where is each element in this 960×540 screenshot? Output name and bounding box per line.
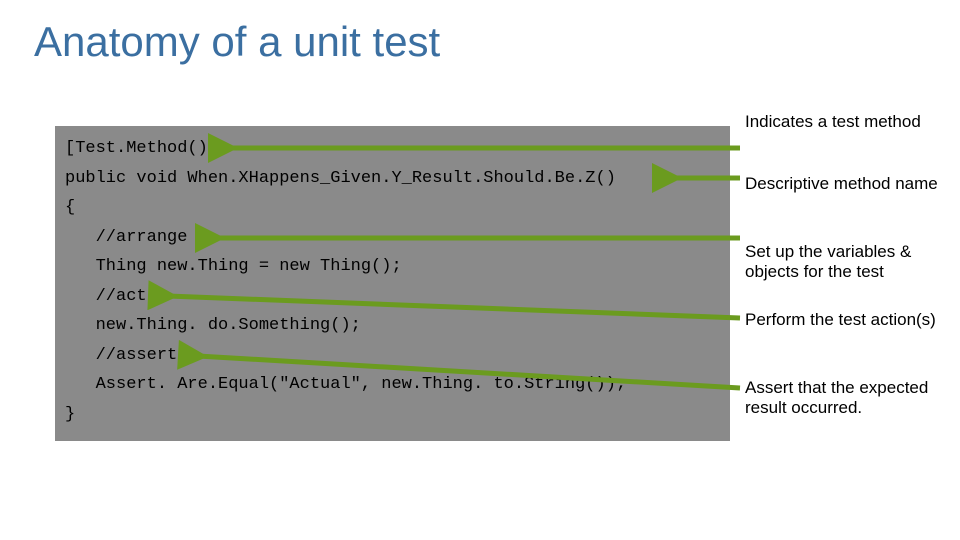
code-line-8: //assert	[65, 341, 720, 371]
annotation-act: Perform the test action(s)	[745, 310, 936, 330]
code-line-2: public void When.XHappens_Given.Y_Result…	[65, 164, 720, 194]
code-line-3: {	[65, 193, 720, 223]
code-block: [Test.Method()] public void When.XHappen…	[55, 126, 730, 441]
code-line-4: //arrange	[65, 223, 720, 253]
code-line-10: }	[65, 400, 720, 430]
code-line-7: new.Thing. do.Something();	[65, 311, 720, 341]
slide-title: Anatomy of a unit test	[34, 18, 440, 66]
annotation-test-method: Indicates a test method	[745, 112, 921, 132]
code-line-5: Thing new.Thing = new Thing();	[65, 252, 720, 282]
code-line-6: //act	[65, 282, 720, 312]
annotation-method-name: Descriptive method name	[745, 174, 938, 194]
annotation-assert: Assert that the expected result occurred…	[745, 378, 950, 418]
annotation-arrange: Set up the variables & objects for the t…	[745, 242, 950, 282]
code-line-9: Assert. Are.Equal("Actual", new.Thing. t…	[65, 370, 720, 400]
code-line-1: [Test.Method()]	[65, 134, 720, 164]
